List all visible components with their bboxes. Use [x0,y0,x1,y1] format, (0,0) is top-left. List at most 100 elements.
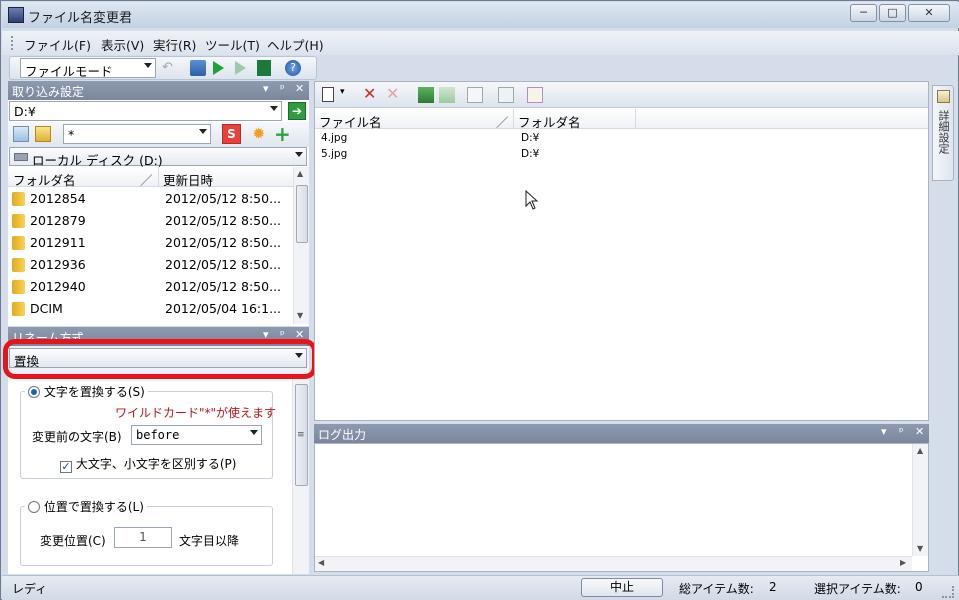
resize-grip-icon[interactable] [942,586,954,598]
rename-scrollbar[interactable]: ≡ [292,374,309,574]
radio-checked-icon[interactable] [28,386,40,398]
folder-date: 2012/05/12 8:50... [165,213,282,228]
scroll-right-icon[interactable]: ▶ [900,558,906,567]
menu-view[interactable]: 表示(V) [101,35,144,54]
grip-icon [11,36,14,50]
replace-text-option[interactable]: 文字を置換する(S) [25,383,148,400]
window-title: ファイル名変更君 [28,11,133,26]
remove-all-icon[interactable]: ✕ [386,84,399,103]
log-hscroll[interactable]: ◀ ▶ [315,556,912,571]
selected-items-label: 選択アイテム数: [814,582,901,596]
folder-name: 2012936 [30,257,86,272]
maximize-button[interactable]: □ [879,4,906,22]
folder-icon [12,280,25,294]
column-file-name[interactable]: ファイル名 [319,112,382,131]
drive-select[interactable]: ローカル ディスク (D:) [9,147,307,168]
folder-icon [12,192,25,206]
folder-icon [12,258,25,272]
chevron-down-icon[interactable]: ▾ [340,87,345,97]
position-input[interactable]: 1 [114,527,172,548]
log-output[interactable]: ▲ ▼ ◀ ▶ [314,443,929,572]
remove-icon[interactable]: ✕ [363,84,376,103]
run-all-icon[interactable] [257,60,271,76]
folder-date: 2012/05/12 8:50... [165,235,282,250]
scroll-up-icon[interactable]: ▲ [297,169,303,178]
s-button[interactable]: S [222,124,241,144]
chevron-down-icon [144,63,152,68]
details-side-tab[interactable]: 詳細設定 [932,85,954,181]
replace-text-label: 文字を置換する(S) [43,385,145,399]
run-icon[interactable] [213,61,224,75]
column-modified[interactable]: 更新日時 [163,170,213,189]
pin-icon[interactable]: ᵖ [899,425,904,438]
mode-select[interactable]: ファイルモード [20,58,156,79]
scroll-up-icon[interactable]: ▲ [917,446,923,455]
replace-pos-label: 位置で置換する(L) [43,500,144,514]
status-bar: レディ 中止 総アイテム数: 2 選択アイテム数: 0 [2,575,959,600]
edit-icon[interactable] [498,87,514,103]
file-row[interactable]: 4.jpg D:¥ [315,131,928,147]
run-step-icon[interactable] [235,61,246,75]
folder-list-header: フォルダ名 ／ 更新日時 [8,167,293,189]
scroll-thumb[interactable] [296,185,308,243]
swap-icon[interactable] [527,87,543,103]
panel-dropdown-icon[interactable]: ▾ [881,425,887,438]
replace-pos-option[interactable]: 位置で置換する(L) [25,498,147,515]
chevron-down-icon [199,129,207,134]
file-row[interactable]: 5.jpg D:¥ [315,147,928,163]
before-text-value: before [136,428,180,442]
import-panel: D:¥ ➔ * S ✹ + ローカル ディスク (D:) フォルダ名 ／ 更新日… [8,100,309,326]
folder-name: 2012911 [30,235,86,250]
total-items-value: 2 [769,580,777,594]
import-file-icon[interactable] [322,87,334,102]
radio-unchecked-icon[interactable] [28,501,40,513]
menu-tools[interactable]: ツール(T) [205,35,260,54]
add-icon[interactable]: + [274,122,291,146]
folder-list: 2012854 2012/05/12 8:50... 2012879 2012/… [8,188,293,324]
close-button[interactable]: ✕ [908,4,950,22]
mouse-cursor-icon [525,190,539,210]
checkbox-checked-icon[interactable]: ✓ [60,461,72,473]
scroll-down-icon[interactable]: ▼ [917,544,923,553]
position-label: 変更位置(C) [40,534,106,548]
help-icon[interactable]: ? [285,60,301,76]
panel-close-icon[interactable]: ✕ [295,82,304,95]
open-folder-icon[interactable] [35,126,51,142]
rename-icon[interactable] [467,87,483,103]
sun-icon[interactable]: ✹ [252,124,265,143]
menu-file[interactable]: ファイル(F) [24,35,91,54]
new-icon[interactable] [13,126,29,142]
before-text-input[interactable]: before [131,425,262,445]
path-value: D:¥ [14,104,36,119]
rename-panel: 置換 文字を置換する(S) ワイルドカード"*"が使えます 変更前の文字(B) … [8,346,309,574]
chevron-down-icon [250,430,258,435]
stop-button[interactable]: 中止 [581,578,663,597]
column-folder-name[interactable]: フォルダ名 [13,170,76,189]
path-select[interactable]: D:¥ [9,101,282,121]
drive-icon [14,153,28,161]
case-sensitive-label: 大文字、小文字を区別する(P) [75,457,237,471]
move-down-icon[interactable] [418,87,434,103]
move-up-icon[interactable] [439,87,455,103]
wildcard-note: ワイルドカード"*"が使えます [115,406,277,420]
log-panel-header: ログ出力 ▾ ᵖ ✕ [314,424,929,443]
folder-scrollbar[interactable]: ▲ ▼ [293,167,309,324]
pin-icon[interactable]: ᵖ [280,82,285,95]
filter-select[interactable]: * [63,124,211,144]
rename-options: 文字を置換する(S) ワイルドカード"*"が使えます 変更前の文字(B) bef… [8,374,292,574]
case-sensitive-option[interactable]: ✓ 大文字、小文字を区別する(P) [60,455,236,473]
scroll-down-icon[interactable]: ▼ [297,311,303,320]
menu-run[interactable]: 実行(R) [153,35,196,54]
go-button[interactable]: ➔ [288,102,306,120]
undo-icon[interactable]: ↶ [162,60,178,76]
column-folder-name[interactable]: フォルダ名 [518,112,581,131]
log-vscroll[interactable]: ▲ ▼ [912,444,928,556]
minimize-button[interactable]: ─ [850,4,877,22]
file-list-panel: ▾ ✕ ✕ ファイル名 ／ フォルダ名 4.jpg D:¥ 5.jpg D:¥ [314,81,929,421]
menu-help[interactable]: ヘルプ(H) [267,35,324,54]
copy-icon[interactable] [190,60,206,76]
panel-close-icon[interactable]: ✕ [915,425,924,438]
panel-dropdown-icon[interactable]: ▾ [263,82,269,95]
file-name: 4.jpg [321,132,348,144]
scroll-left-icon[interactable]: ◀ [318,558,324,567]
